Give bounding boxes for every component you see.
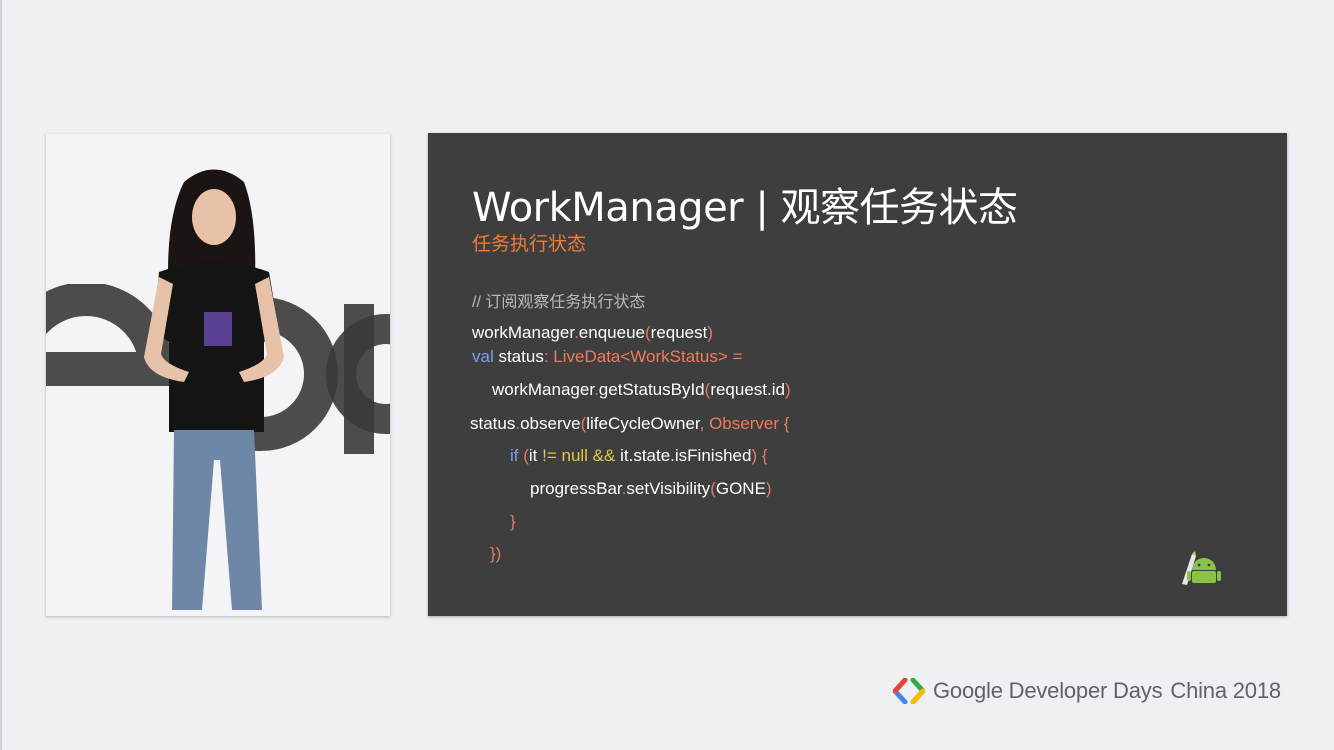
window-edge xyxy=(0,0,2,750)
code-token: request.id xyxy=(710,380,785,399)
speaker-figure xyxy=(144,169,284,610)
code-token: it xyxy=(528,446,543,465)
code-token: request xyxy=(650,323,708,342)
code-token: : xyxy=(543,347,554,366)
code-token: enqueue xyxy=(578,323,645,342)
code-token: workManager xyxy=(472,323,575,342)
code-token: ( xyxy=(518,446,529,465)
code-keyword: val xyxy=(472,347,494,366)
code-keyword: if xyxy=(510,446,519,465)
presentation-slide: WorkManager | 观察任务状态 任务执行状态 // 订阅观察任务执行状… xyxy=(428,133,1287,616)
code-token: status xyxy=(493,347,544,366)
speaker-video xyxy=(46,134,390,616)
code-line-1: workManager.enqueue(request) xyxy=(472,323,713,343)
code-token: ) { xyxy=(751,446,768,465)
code-token: setVisibility xyxy=(626,479,711,498)
code-type: LiveData<WorkStatus> = xyxy=(553,347,743,366)
code-line-7: } xyxy=(510,512,516,531)
code-line-8: }) xyxy=(490,544,502,563)
code-token: , xyxy=(699,414,710,433)
code-token: ) xyxy=(707,323,714,342)
google-developers-logo-icon xyxy=(893,678,925,704)
slide-subtitle: 任务执行状态 xyxy=(472,233,587,255)
code-line-6: progressBar.setVisibility(GONE) xyxy=(530,479,772,499)
code-line-2: val status: LiveData<WorkStatus> = xyxy=(472,347,742,367)
code-comment: // 订阅观察任务执行状态 xyxy=(472,294,646,311)
code-type: Observer { xyxy=(709,414,790,433)
code-token: observe xyxy=(520,414,581,433)
code-token: status xyxy=(470,414,516,433)
code-token: GONE xyxy=(715,479,766,498)
code-token: progressBar xyxy=(530,479,622,498)
slide-title: WorkManager | 观察任务状态 xyxy=(472,185,1018,231)
code-token: workManager xyxy=(492,380,595,399)
code-token: getStatusById xyxy=(598,380,705,399)
code-token: ) xyxy=(784,380,791,399)
code-token: lifeCycleOwner xyxy=(586,414,700,433)
code-line-4: status.observe(lifeCycleOwner, Observer … xyxy=(470,414,789,434)
event-branding: Google Developer Days China 2018 xyxy=(893,676,1281,706)
code-line-5: if (it != null && it.state.isFinished) { xyxy=(510,446,768,466)
event-location-year: China 2018 xyxy=(1170,678,1281,703)
code-operator: != null && xyxy=(542,446,616,465)
code-token: ) xyxy=(765,479,772,498)
code-token: it.state.isFinished xyxy=(615,446,752,465)
brand-name: Google Developer Days xyxy=(933,678,1163,703)
code-line-3: workManager.getStatusById(request.id) xyxy=(492,380,791,400)
android-studio-icon xyxy=(1182,551,1221,585)
